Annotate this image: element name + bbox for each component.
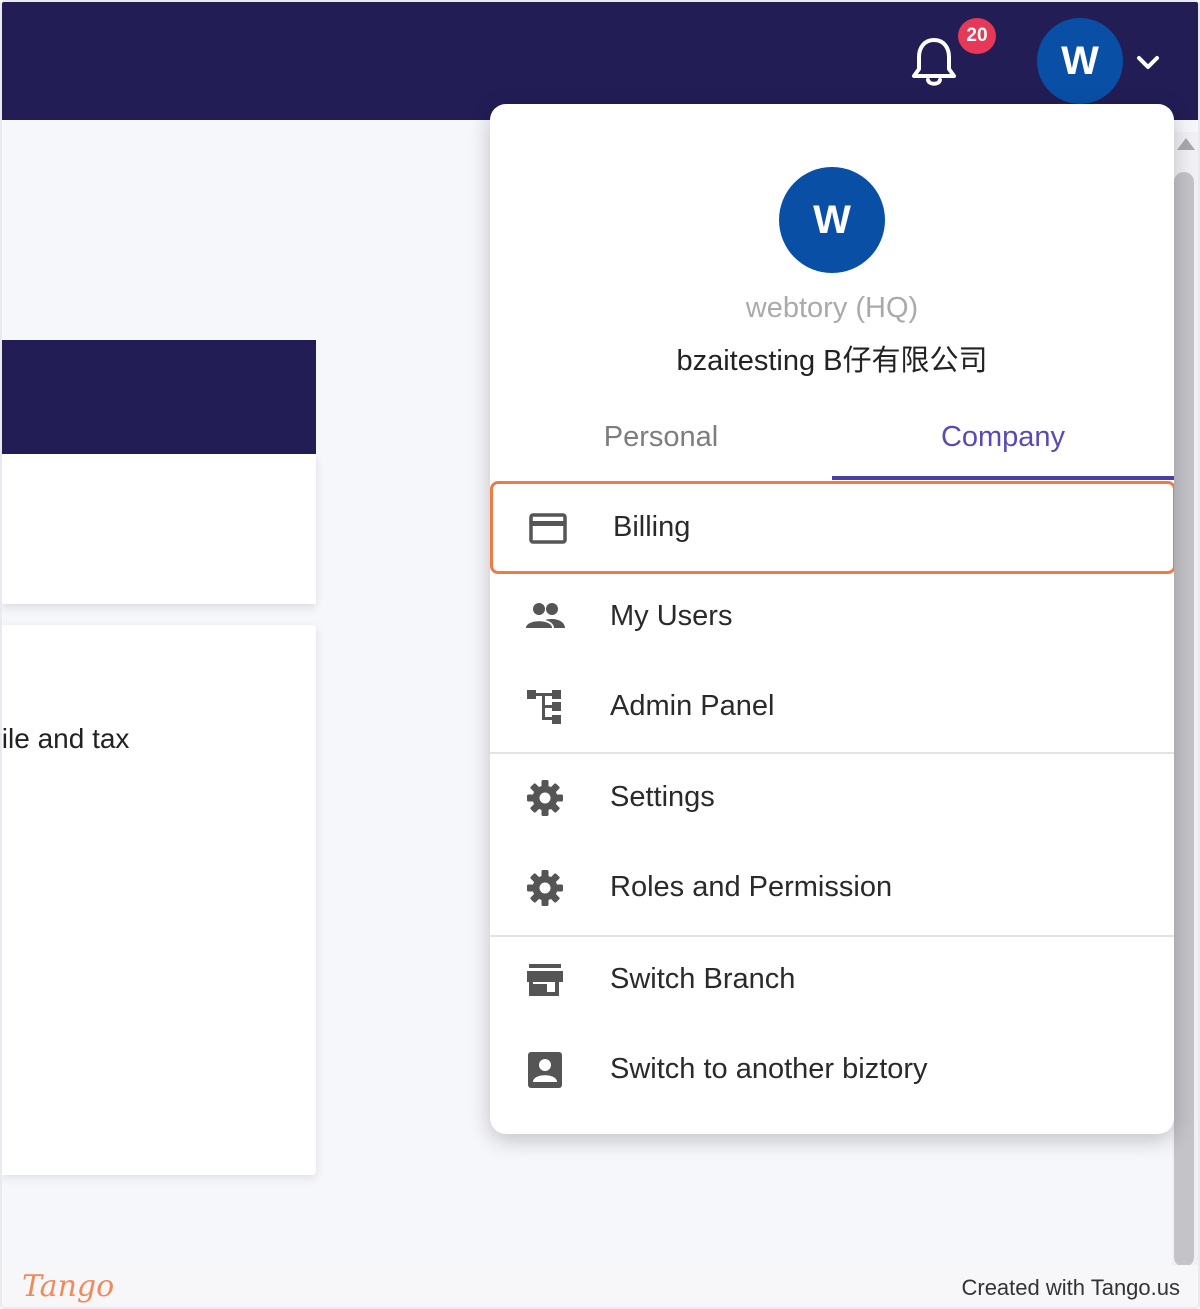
background-card: file and tax (2, 625, 316, 1175)
org-chart-icon (527, 690, 561, 724)
menu-item-settings[interactable]: Settings (490, 752, 1174, 842)
scroll-up-arrow-icon[interactable] (1174, 132, 1198, 154)
scrollbar[interactable] (1172, 132, 1198, 1267)
store-icon (527, 964, 563, 996)
user-avatar-button[interactable]: W (1037, 18, 1123, 104)
menu-item-label: Settings (610, 780, 715, 813)
branch-name: webtory (HQ) (745, 292, 919, 324)
menu-item-billing[interactable]: Billing (490, 481, 1174, 574)
background-card-text: file and tax (0, 723, 130, 754)
top-navigation-bar: 20 W (2, 2, 1198, 120)
active-tab-indicator (832, 476, 1174, 480)
menu-item-label: Roles and Permission (610, 870, 893, 903)
menu-item-switch-biztory[interactable]: Switch to another biztory (490, 1024, 1174, 1114)
menu-item-label: Switch to another biztory (610, 1052, 928, 1085)
menu-item-switch-branch[interactable]: Switch Branch (490, 934, 1174, 1024)
gear-icon (527, 780, 563, 816)
tango-logo: Tango (22, 1269, 115, 1304)
menu-item-label: Billing (613, 511, 691, 543)
chevron-down-icon[interactable] (1133, 50, 1163, 76)
credit-card-icon (529, 513, 567, 544)
scrollbar-thumb[interactable] (1174, 172, 1194, 1267)
bell-icon[interactable] (910, 36, 958, 88)
gear-icon (527, 870, 563, 906)
menu-item-admin-panel[interactable]: Admin Panel (490, 661, 1174, 751)
account-box-icon (528, 1052, 562, 1088)
footer-credit: Created with Tango.us (961, 1275, 1180, 1300)
menu-item-roles-and-permission[interactable]: Roles and Permission (490, 842, 1174, 932)
company-name: bzaitesting B仔有限公司 (676, 345, 988, 377)
background-panel-header (2, 340, 316, 454)
background-card (2, 454, 316, 604)
tab-personal[interactable]: Personal (490, 394, 832, 480)
footer-bar: Tango Created with Tango.us (2, 1265, 1198, 1307)
account-dropdown-menu: W webtory (HQ) bzaitesting B仔有限公司 Person… (490, 104, 1174, 1134)
menu-item-label: Switch Branch (610, 962, 796, 995)
menu-item-my-users[interactable]: My Users (490, 571, 1174, 661)
menu-avatar: W (779, 167, 885, 273)
menu-item-label: My Users (610, 599, 733, 632)
notification-badge: 20 (958, 18, 996, 54)
users-icon (526, 603, 565, 628)
app-window: 20 W file and tax W webtory (HQ) bzaites… (0, 0, 1200, 1309)
tab-company[interactable]: Company (832, 394, 1174, 480)
menu-item-label: Admin Panel (610, 689, 775, 722)
